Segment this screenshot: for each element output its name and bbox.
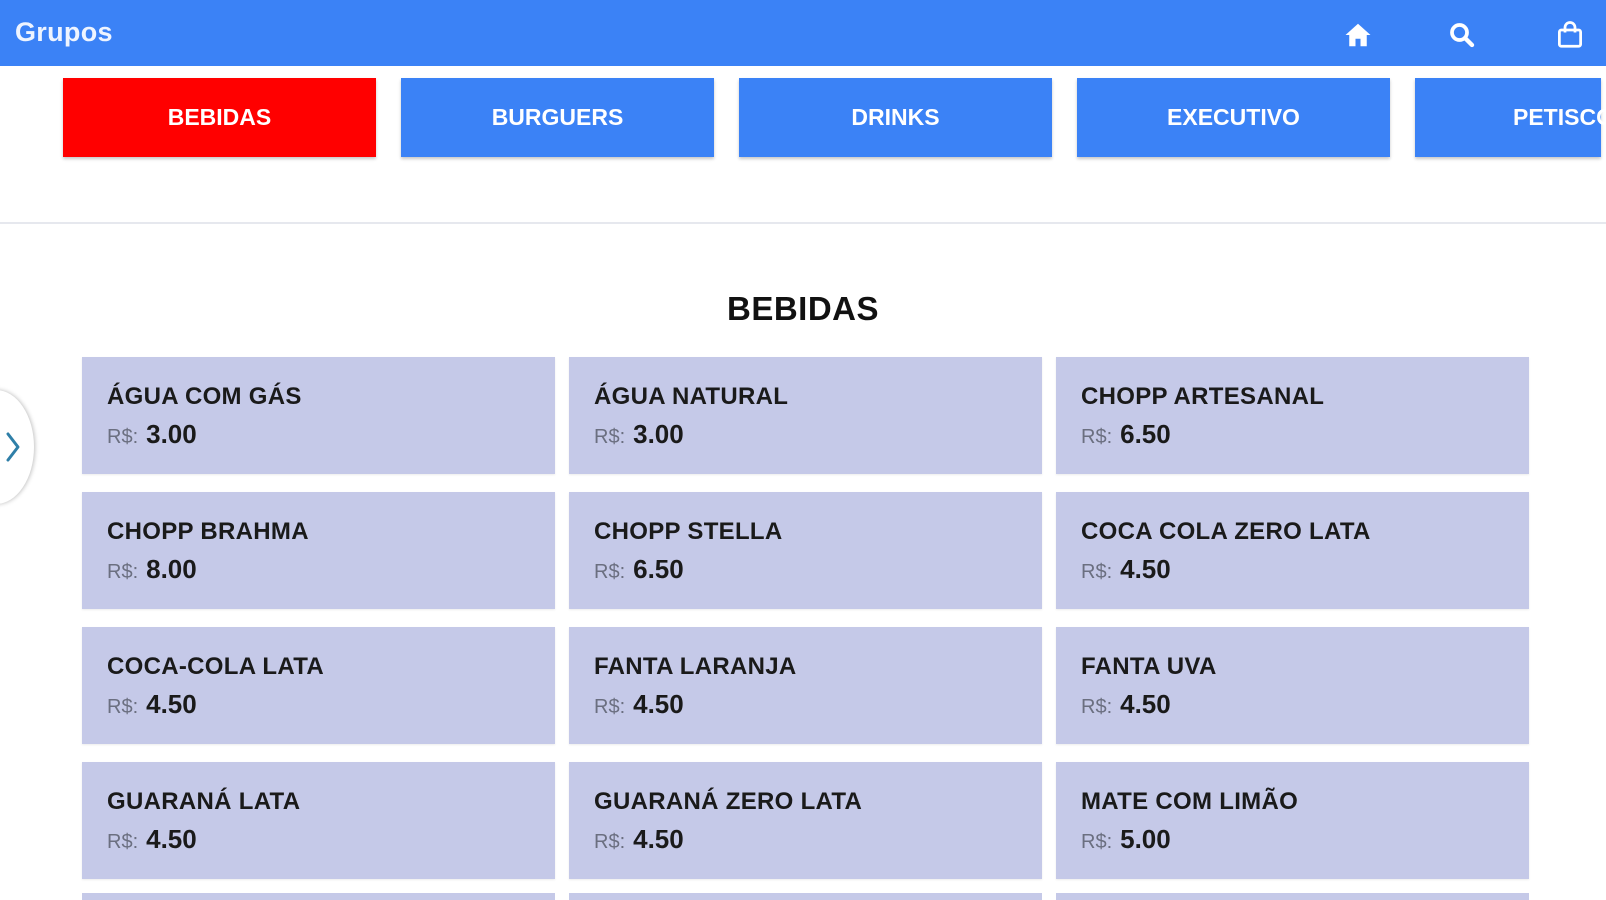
product-price-row: R$: 8.00 [107,554,555,585]
product-price-row: R$: 5.00 [1081,824,1529,855]
product-price-row: R$: 4.50 [1081,554,1529,585]
product-price: 4.50 [1120,689,1171,719]
section-title: BEBIDAS [726,290,880,327]
currency-label: R$: [594,426,626,448]
category-tabs: BEBIDAS BURGUERS DRINKS EXECUTIVO PETISC… [0,66,1606,224]
product-price-row: R$: 4.50 [107,824,555,855]
search-icon[interactable] [1447,20,1477,50]
product-price: 6.50 [1120,419,1171,449]
tab-bebidas[interactable]: BEBIDAS [63,78,376,157]
product-name: CHOPP ARTESANAL [1081,383,1325,410]
product-grid: ÁGUA COM GÁS R$: 3.00 ÁGUA NATURAL R$: 3.0… [82,357,1529,879]
currency-label: R$: [1081,561,1113,583]
product-card[interactable]: CHOPP ARTESANAL R$: 6.50 [1056,357,1529,474]
home-icon[interactable] [1343,20,1373,50]
tab-drinks[interactable]: DRINKS [739,78,1052,157]
currency-label: R$: [107,561,139,583]
shopping-bag-icon[interactable] [1555,20,1585,50]
product-name: GUARANÁ LATA [107,788,301,815]
currency-label: R$: [1081,426,1113,448]
currency-label: R$: [594,696,626,718]
product-price-row: R$: 3.00 [594,419,1042,450]
product-name: CHOPP STELLA [594,518,783,545]
product-price-row: R$: 4.50 [594,689,1042,720]
product-price-row: R$: 3.00 [107,419,555,450]
chevron-right-icon[interactable] [4,430,22,464]
tab-executivo[interactable]: EXECUTIVO [1077,78,1390,157]
currency-label: R$: [594,561,626,583]
product-name: COCA-COLA LATA [107,653,325,680]
product-card-partial[interactable] [82,893,555,900]
currency-label: R$: [1081,696,1113,718]
product-price: 5.00 [1120,824,1171,854]
currency-label: R$: [107,831,139,853]
product-card[interactable]: ÁGUA COM GÁS R$: 3.00 [82,357,555,474]
product-price-row: R$: 6.50 [594,554,1042,585]
product-price: 4.50 [146,824,197,854]
product-price-row: R$: 4.50 [107,689,555,720]
product-name: COCA COLA ZERO LATA [1081,518,1371,545]
tab-petiscos[interactable]: PETISCOS [1415,78,1606,157]
product-card[interactable]: MATE COM LIMÃO R$: 5.00 [1056,762,1529,879]
product-price: 8.00 [146,554,197,584]
product-name: FANTA UVA [1081,653,1217,680]
product-card[interactable]: CHOPP STELLA R$: 6.50 [569,492,1042,609]
product-price: 3.00 [146,419,197,449]
app-bar: Grupos [0,0,1606,66]
product-price: 6.50 [633,554,684,584]
currency-label: R$: [107,696,139,718]
product-name: MATE COM LIMÃO [1081,788,1299,815]
product-price: 4.50 [146,689,197,719]
product-card[interactable]: COCA COLA ZERO LATA R$: 4.50 [1056,492,1529,609]
product-card[interactable]: CHOPP BRAHMA R$: 8.00 [82,492,555,609]
product-price: 3.00 [633,419,684,449]
product-price-row: R$: 6.50 [1081,419,1529,450]
product-card[interactable]: GUARANÁ ZERO LATA R$: 4.50 [569,762,1042,879]
tab-burguers[interactable]: BURGUERS [401,78,714,157]
product-price: 4.50 [633,824,684,854]
product-name: FANTA LARANJA [594,653,797,680]
product-name: ÁGUA NATURAL [594,383,789,410]
product-card[interactable]: COCA-COLA LATA R$: 4.50 [82,627,555,744]
product-name: CHOPP BRAHMA [107,518,309,545]
currency-label: R$: [107,426,139,448]
product-price: 4.50 [633,689,684,719]
product-card[interactable]: ÁGUA NATURAL R$: 3.00 [569,357,1042,474]
product-price-row: R$: 4.50 [594,824,1042,855]
product-name: ÁGUA COM GÁS [107,383,302,410]
product-card[interactable]: FANTA UVA R$: 4.50 [1056,627,1529,744]
product-card-partial[interactable] [569,893,1042,900]
product-price-row: R$: 4.50 [1081,689,1529,720]
product-card-partial[interactable] [1056,893,1529,900]
product-card[interactable]: GUARANÁ LATA R$: 4.50 [82,762,555,879]
currency-label: R$: [1081,831,1113,853]
product-price: 4.50 [1120,554,1171,584]
product-name: GUARANÁ ZERO LATA [594,788,863,815]
app-bar-title: Grupos [15,17,113,47]
currency-label: R$: [594,831,626,853]
product-card[interactable]: FANTA LARANJA R$: 4.50 [569,627,1042,744]
